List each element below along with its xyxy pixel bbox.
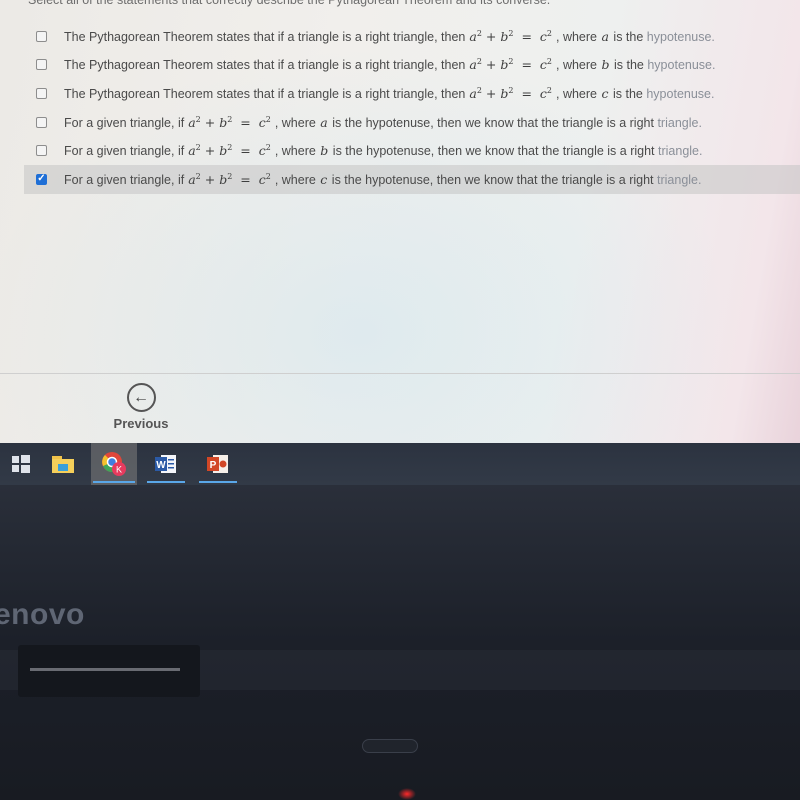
status-led xyxy=(398,788,416,800)
footer-divider xyxy=(0,373,800,374)
checkbox[interactable] xyxy=(36,116,47,128)
equation: a2 + b2 = c2 xyxy=(469,57,552,73)
word-button[interactable]: W xyxy=(145,443,187,485)
checkbox[interactable] xyxy=(36,30,47,42)
windows-logo-icon xyxy=(12,455,30,473)
equation: a2 + b2 = c2 xyxy=(188,171,271,187)
options-list: The Pythagorean Theorem states that if a… xyxy=(0,22,800,194)
equation: a2 + b2 = c2 xyxy=(469,85,552,102)
answer-option[interactable]: For a given triangle, if a2 + b2 = c2, wh… xyxy=(0,136,800,165)
answer-option[interactable]: ✓ For a given triangle, if a2 + b2 = c2, w… xyxy=(24,164,800,194)
question-instruction: Select all of the statements that correc… xyxy=(28,0,551,7)
taskbar: K W P xyxy=(0,443,800,485)
chrome-button[interactable]: K xyxy=(91,443,137,485)
arrow-left-circle-icon: ← xyxy=(126,383,156,412)
checkbox[interactable] xyxy=(36,87,47,99)
equation: a2 + b2 = c2 xyxy=(469,28,552,44)
checkbox[interactable] xyxy=(36,145,47,157)
folder-icon xyxy=(52,456,74,473)
previous-label: Previous xyxy=(113,416,169,431)
open-indicator xyxy=(199,481,237,483)
option-text: The Pythagorean Theorem states that if a… xyxy=(64,57,716,73)
answer-option[interactable]: The Pythagorean Theorem states that if a… xyxy=(0,79,800,108)
hinge-scratches xyxy=(30,668,180,671)
brand-logo: enovo xyxy=(0,598,85,631)
checkbox[interactable] xyxy=(36,59,47,71)
screen: Select all of the statements that correc… xyxy=(0,0,800,443)
option-text: The Pythagorean Theorem states that if a… xyxy=(64,85,715,102)
option-text: The Pythagorean Theorem states that if a… xyxy=(64,28,715,44)
answer-option[interactable]: For a given triangle, if a2 + b2 = c2, wh… xyxy=(0,108,800,137)
word-icon: W xyxy=(155,455,176,473)
svg-text:P: P xyxy=(210,460,217,471)
active-indicator xyxy=(93,481,135,483)
file-explorer-button[interactable] xyxy=(42,443,84,485)
powerpoint-button[interactable]: P xyxy=(197,443,239,485)
option-text: For a given triangle, if a2 + b2 = c2, wh… xyxy=(64,114,702,130)
previous-button[interactable]: ← Previous xyxy=(106,383,176,431)
profile-badge-k: K xyxy=(116,465,122,475)
option-text: For a given triangle, if a2 + b2 = c2, wh… xyxy=(64,143,703,159)
equation: a2 + b2 = c2 xyxy=(188,114,271,130)
checkbox[interactable]: ✓ xyxy=(36,173,47,185)
open-indicator xyxy=(147,481,185,483)
hinge-cover xyxy=(18,645,200,697)
windows-start-button[interactable] xyxy=(0,443,42,485)
equation: a2 + b2 = c2 xyxy=(188,143,271,159)
svg-text:W: W xyxy=(156,460,166,471)
powerpoint-icon: P xyxy=(207,455,228,473)
chrome-icon: K xyxy=(102,452,126,476)
lid-latch xyxy=(362,739,418,753)
option-text: For a given triangle, if a2 + b2 = c2, wh… xyxy=(64,171,702,187)
answer-option[interactable]: The Pythagorean Theorem states that if a… xyxy=(0,51,800,80)
answer-option[interactable]: The Pythagorean Theorem states that if a… xyxy=(0,22,800,51)
